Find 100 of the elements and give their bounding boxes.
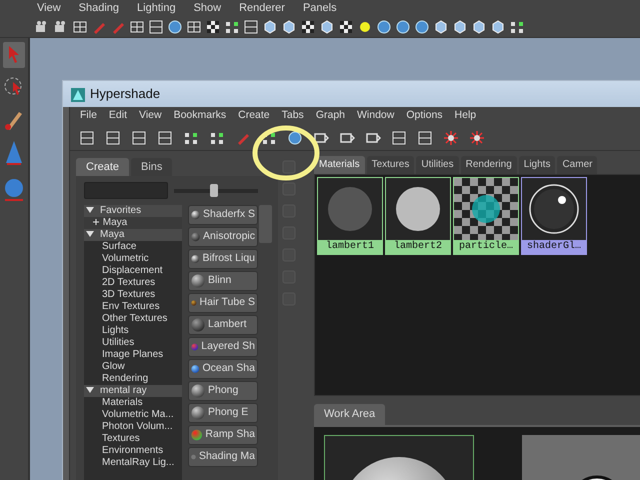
menu-item[interactable]: Shading bbox=[78, 0, 120, 16]
tab[interactable]: Camer bbox=[557, 156, 598, 174]
tree-item[interactable]: Image Planes bbox=[84, 349, 182, 361]
cube-icon[interactable] bbox=[490, 18, 506, 34]
tree-item[interactable]: Utilities bbox=[84, 337, 182, 349]
tree-item[interactable]: Volumetric bbox=[84, 253, 182, 265]
tree-item[interactable]: Textures bbox=[84, 433, 182, 445]
material-swatch[interactable]: lambert2 bbox=[385, 177, 451, 255]
tree-item[interactable]: MentalRay Lig... bbox=[84, 457, 182, 469]
shader-button[interactable]: Hair Tube S bbox=[188, 293, 258, 313]
shader-button[interactable]: Lambert bbox=[188, 315, 258, 335]
tree-item[interactable]: Rendering bbox=[84, 373, 182, 385]
menu-item[interactable]: Show bbox=[194, 0, 222, 16]
layout-icon[interactable] bbox=[105, 130, 121, 146]
shader-button[interactable]: Ocean Sha bbox=[188, 359, 258, 379]
grid-icon[interactable] bbox=[72, 18, 88, 34]
work-area-tab[interactable]: Work Area bbox=[314, 404, 386, 424]
search-field[interactable] bbox=[84, 182, 168, 199]
cube-icon[interactable] bbox=[452, 18, 468, 34]
grid-icon[interactable] bbox=[186, 18, 202, 34]
menu-item[interactable]: Panels bbox=[302, 0, 337, 16]
tab[interactable]: Textures bbox=[366, 156, 414, 174]
scrollbar[interactable] bbox=[259, 205, 272, 243]
ball-icon bbox=[191, 318, 205, 332]
layout-icon[interactable] bbox=[243, 18, 259, 34]
expanded-triangle-icon[interactable] bbox=[86, 229, 94, 239]
swatch-label: shaderGl… bbox=[522, 240, 586, 254]
material-swatch[interactable]: lambert1 bbox=[317, 177, 383, 255]
sphere-icon[interactable] bbox=[287, 130, 303, 146]
layout-icon[interactable] bbox=[157, 130, 173, 146]
menu-item[interactable]: File bbox=[80, 108, 97, 124]
checker-icon[interactable] bbox=[338, 18, 354, 34]
menu-item[interactable]: Lighting bbox=[137, 0, 176, 16]
cube-icon[interactable] bbox=[471, 18, 487, 34]
shader-button[interactable]: Phong bbox=[188, 381, 258, 401]
material-swatch[interactable]: shaderGl… bbox=[521, 177, 587, 255]
tree-item[interactable]: Lights bbox=[84, 325, 182, 337]
expanded-triangle-icon[interactable] bbox=[86, 385, 94, 395]
menu-item[interactable]: Create bbox=[238, 108, 270, 124]
layout-icon[interactable] bbox=[148, 18, 164, 34]
sphere-icon[interactable] bbox=[395, 18, 411, 34]
checker-icon[interactable] bbox=[205, 18, 221, 34]
ball-icon bbox=[191, 230, 200, 244]
ball-icon bbox=[191, 274, 205, 288]
tree-item[interactable]: Glow bbox=[84, 361, 182, 373]
tab[interactable]: Rendering bbox=[460, 156, 517, 174]
sphere-icon[interactable] bbox=[376, 18, 392, 34]
layout-icon[interactable] bbox=[417, 130, 433, 146]
shader-button[interactable]: Layered Sh bbox=[188, 337, 258, 357]
material-swatch[interactable]: particle… bbox=[453, 177, 519, 255]
layout-icon[interactable] bbox=[79, 130, 95, 146]
tree-item[interactable]: Environments bbox=[84, 445, 182, 457]
burst-icon[interactable] bbox=[469, 130, 485, 146]
expanded-triangle-icon[interactable] bbox=[86, 205, 94, 215]
shader-button[interactable]: Shaderfx S bbox=[188, 205, 258, 225]
tab[interactable]: Lights bbox=[518, 156, 556, 174]
shader-button[interactable]: Blinn bbox=[188, 271, 258, 291]
menu-item[interactable]: Renderer bbox=[239, 0, 285, 16]
menu-item[interactable]: Tabs bbox=[282, 108, 304, 124]
menu-item[interactable]: Edit bbox=[108, 108, 128, 124]
tree-item[interactable]: 2D Textures bbox=[84, 277, 182, 289]
grid-icon[interactable] bbox=[129, 18, 145, 34]
tree-item[interactable]: Photon Volum... bbox=[84, 421, 182, 433]
plus-icon[interactable] bbox=[92, 217, 100, 227]
cube-icon[interactable] bbox=[319, 18, 335, 34]
tree-item[interactable]: 3D Textures bbox=[84, 289, 182, 301]
tree-item[interactable]: Env Textures bbox=[84, 301, 182, 313]
layout-icon[interactable] bbox=[131, 130, 147, 146]
shader-button[interactable]: Shading Ma bbox=[188, 447, 258, 467]
burst-icon[interactable] bbox=[443, 130, 459, 146]
cube-icon[interactable] bbox=[262, 18, 278, 34]
sphere-icon[interactable] bbox=[167, 18, 183, 34]
tree-item[interactable]: Materials bbox=[84, 397, 182, 409]
cube-icon[interactable] bbox=[281, 18, 297, 34]
layout-icon[interactable] bbox=[391, 130, 407, 146]
cube-icon[interactable] bbox=[433, 18, 449, 34]
shader-button[interactable]: Phong E bbox=[188, 403, 258, 423]
slider-thumb[interactable] bbox=[210, 184, 218, 196]
menu-item[interactable]: Bookmarks bbox=[174, 108, 226, 124]
shader-button[interactable]: Ramp Sha bbox=[188, 425, 258, 445]
tab[interactable]: Utilities bbox=[416, 156, 459, 174]
sphere-icon[interactable] bbox=[414, 18, 430, 34]
tree-item[interactable]: Volumetric Ma... bbox=[84, 409, 182, 421]
menu-item[interactable]: View bbox=[139, 108, 162, 124]
material-preview bbox=[454, 178, 518, 240]
menu-item[interactable]: Options bbox=[406, 108, 443, 124]
tab[interactable]: Bins bbox=[131, 158, 172, 176]
tab[interactable]: Materials bbox=[314, 156, 365, 174]
shader-button[interactable]: Bifrost Liqu bbox=[188, 249, 258, 269]
tree-item[interactable]: Other Textures bbox=[84, 313, 182, 325]
shader-button[interactable]: Anisotropic bbox=[188, 227, 258, 247]
menu-item[interactable]: Help bbox=[454, 108, 476, 124]
tree-item[interactable]: Surface bbox=[84, 241, 182, 253]
tree-item[interactable]: Displacement bbox=[84, 265, 182, 277]
checker-icon[interactable] bbox=[300, 18, 316, 34]
tab[interactable]: Create bbox=[76, 158, 130, 176]
menu-item[interactable]: Graph bbox=[316, 108, 345, 124]
swatch-label: lambert2 bbox=[386, 240, 450, 254]
menu-item[interactable]: View bbox=[37, 0, 61, 16]
menu-item[interactable]: Window bbox=[357, 108, 394, 124]
